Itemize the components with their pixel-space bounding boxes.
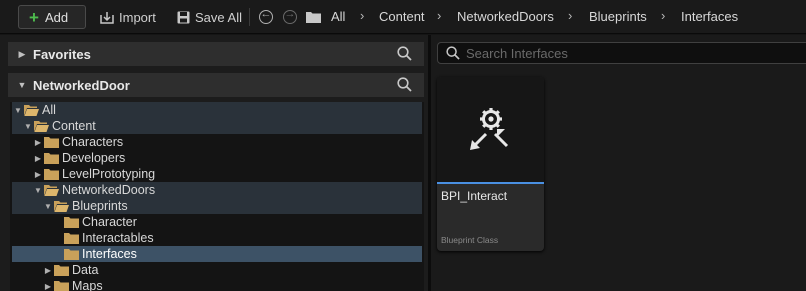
tree-item-label: Interfaces: [82, 247, 137, 261]
breadcrumb-content[interactable]: Content: [379, 9, 425, 24]
breadcrumb-all[interactable]: All: [331, 9, 345, 24]
expand-arrow-icon[interactable]: ▼: [22, 122, 34, 131]
folder-icon: [54, 264, 69, 276]
asset-type: Blueprint Class: [441, 235, 499, 245]
collapse-arrow-icon[interactable]: ▶: [32, 138, 44, 147]
folder-open-icon: [24, 104, 39, 116]
breadcrumb-networkeddoors[interactable]: NetworkedDoors: [457, 9, 554, 24]
folder-icon: [44, 168, 59, 180]
tree-item-label: NetworkedDoors: [62, 183, 156, 197]
tree-item-interactables[interactable]: Interactables: [12, 230, 422, 246]
folder-icon: [54, 280, 69, 291]
toolbar: + Add Import Save All ← → All › Content …: [0, 0, 806, 34]
tree-item-label: Character: [82, 215, 137, 229]
tree-item-character[interactable]: Character: [12, 214, 422, 230]
folder-icon: [44, 136, 59, 148]
tree-item-label: All: [42, 103, 56, 117]
folder-icon: [64, 248, 79, 260]
asset-thumbnail: [437, 77, 544, 182]
save-icon: [177, 11, 190, 24]
tree-item-label: Interactables: [82, 231, 154, 245]
folder-icon: [64, 216, 79, 228]
breadcrumb-chevron-icon[interactable]: ›: [360, 8, 364, 23]
collapse-arrow-icon[interactable]: ▶: [32, 170, 44, 179]
tree-item-label: Data: [72, 263, 99, 277]
tree-item-maps[interactable]: ▶ Maps: [12, 278, 422, 291]
back-arrow-icon: ←: [260, 8, 272, 20]
expand-arrow-icon[interactable]: ▼: [42, 202, 54, 211]
breadcrumb-blueprints[interactable]: Blueprints: [589, 9, 647, 24]
tree-item-label: Characters: [62, 135, 124, 149]
expand-arrow-icon: ▼: [17, 80, 27, 90]
expand-arrow-icon[interactable]: ▼: [12, 106, 24, 115]
tree-item-label: LevelPrototyping: [62, 167, 156, 181]
collapse-arrow-icon[interactable]: ▶: [42, 282, 54, 291]
breadcrumb-interfaces[interactable]: Interfaces: [681, 9, 738, 24]
forward-arrow-icon: →: [284, 8, 296, 20]
folder-icon: [64, 232, 79, 244]
folder-icon: [306, 12, 321, 23]
plus-icon: +: [29, 7, 39, 27]
search-icon[interactable]: [397, 46, 412, 61]
search-input[interactable]: [466, 45, 766, 61]
asset-type-bar: [437, 182, 544, 184]
search-icon[interactable]: [397, 77, 412, 92]
interface-gear-icon: [470, 108, 509, 150]
tree-item-label: Maps: [72, 279, 103, 291]
collapse-arrow-icon[interactable]: ▶: [42, 266, 54, 275]
import-button[interactable]: Import: [100, 9, 156, 26]
search-bar[interactable]: [437, 42, 806, 64]
tree-item-label: Developers: [62, 151, 126, 165]
asset-name: BPI_Interact: [441, 189, 508, 203]
toolbar-divider: [249, 8, 250, 26]
tree-item-label: Blueprints: [72, 199, 128, 213]
breadcrumb-chevron-icon[interactable]: ›: [437, 8, 441, 23]
tree-item-data[interactable]: ▶ Data: [12, 262, 422, 278]
back-button[interactable]: ←: [259, 8, 273, 24]
breadcrumb-chevron-icon[interactable]: ›: [661, 8, 665, 23]
tree-item-networkeddoors[interactable]: ▼ NetworkedDoors: [12, 182, 422, 198]
collapse-arrow-icon: ▶: [18, 48, 26, 59]
tree-item-content[interactable]: ▼ Content: [12, 118, 422, 134]
folder-tree: ▼ All ▼ Content ▶ Characters ▶ Developers ▶ Level…: [10, 102, 424, 291]
add-button-label: Add: [44, 9, 69, 25]
import-label: Import: [119, 10, 156, 25]
folder-icon: [44, 152, 59, 164]
favorites-header[interactable]: ▶ Favorites: [8, 42, 424, 66]
save-all-label: Save All: [195, 10, 242, 25]
forward-button[interactable]: →: [283, 8, 297, 24]
project-header[interactable]: ▼ NetworkedDoor: [8, 73, 424, 97]
tree-item-blueprints[interactable]: ▼ Blueprints: [12, 198, 422, 214]
folder-open-icon: [54, 200, 69, 212]
expand-arrow-icon[interactable]: ▼: [32, 186, 44, 195]
tree-item-developers[interactable]: ▶ Developers: [12, 150, 422, 166]
save-all-button[interactable]: Save All: [177, 9, 242, 26]
tree-item-characters[interactable]: ▶ Characters: [12, 134, 422, 150]
collapse-arrow-icon[interactable]: ▶: [32, 154, 44, 163]
tree-item-interfaces[interactable]: Interfaces: [12, 246, 422, 262]
folder-open-icon: [34, 120, 49, 132]
project-label: NetworkedDoor: [33, 77, 130, 93]
folder-open-icon: [44, 184, 59, 196]
search-icon: [446, 46, 460, 60]
tree-item-levelprototyping[interactable]: ▶ LevelPrototyping: [12, 166, 422, 182]
content-panel: BPI_Interact Blueprint Class: [431, 35, 806, 291]
sources-panel: ▶ Favorites ▼ NetworkedDoor ▼ All ▼ Content…: [0, 35, 428, 291]
tree-item-label: Content: [52, 119, 96, 133]
breadcrumb-chevron-icon[interactable]: ›: [568, 8, 572, 23]
import-icon: [100, 11, 114, 24]
favorites-label: Favorites: [33, 46, 91, 62]
add-button[interactable]: + Add: [18, 5, 86, 29]
tree-item-all[interactable]: ▼ All: [12, 102, 422, 118]
asset-tile[interactable]: BPI_Interact Blueprint Class: [437, 77, 544, 251]
